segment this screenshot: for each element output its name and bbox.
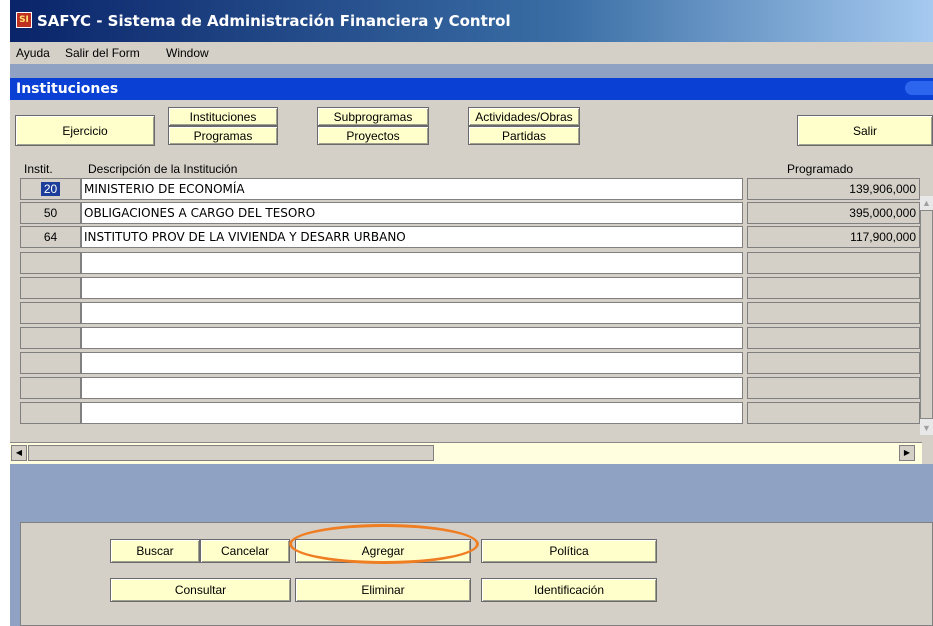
salir-button[interactable]: Salir bbox=[797, 115, 933, 146]
descripcion-cell[interactable]: OBLIGACIONES A CARGO DEL TESORO bbox=[81, 202, 743, 224]
scroll-up-arrow-icon[interactable]: ▲ bbox=[920, 196, 933, 210]
instit-cell[interactable] bbox=[20, 277, 81, 299]
table-row[interactable]: 50 OBLIGACIONES A CARGO DEL TESORO 395,0… bbox=[10, 202, 920, 224]
form-title-bar[interactable]: Instituciones bbox=[10, 78, 933, 100]
instit-cell[interactable]: 20 bbox=[20, 178, 81, 200]
descripcion-cell[interactable] bbox=[81, 302, 743, 324]
cancelar-button[interactable]: Cancelar bbox=[200, 539, 290, 563]
horizontal-scroll-thumb[interactable] bbox=[28, 445, 434, 461]
eliminar-button[interactable]: Eliminar bbox=[295, 578, 471, 602]
instituciones-grid: Instit. Descripción de la Institución Pr… bbox=[10, 158, 933, 464]
instit-cell[interactable]: 50 bbox=[20, 202, 81, 224]
toolbar: Ejercicio Instituciones Programas Subpro… bbox=[10, 100, 933, 158]
programas-button[interactable]: Programas bbox=[168, 126, 278, 145]
agregar-button[interactable]: Agregar bbox=[295, 539, 471, 563]
subprogramas-button[interactable]: Subprogramas bbox=[317, 107, 429, 126]
descripcion-cell[interactable] bbox=[81, 327, 743, 349]
table-row[interactable] bbox=[10, 327, 920, 349]
descripcion-cell[interactable] bbox=[81, 252, 743, 274]
instit-cell[interactable] bbox=[20, 352, 81, 374]
programado-cell[interactable] bbox=[747, 277, 920, 299]
programado-cell[interactable] bbox=[747, 327, 920, 349]
programado-cell[interactable] bbox=[747, 252, 920, 274]
menu-ayuda[interactable]: Ayuda bbox=[16, 46, 50, 60]
header-descripcion: Descripción de la Institución bbox=[88, 162, 238, 176]
table-row[interactable] bbox=[10, 302, 920, 324]
title-bar[interactable]: SI SAFYC - Sistema de Administración Fin… bbox=[10, 0, 933, 42]
table-row[interactable] bbox=[10, 277, 920, 299]
menu-bar: Ayuda Salir del Form Window bbox=[10, 42, 933, 64]
table-row[interactable] bbox=[10, 377, 920, 399]
descripcion-cell[interactable] bbox=[81, 402, 743, 424]
app-window: SI SAFYC - Sistema de Administración Fin… bbox=[10, 0, 933, 626]
table-row[interactable] bbox=[10, 352, 920, 374]
instit-cell[interactable] bbox=[20, 377, 81, 399]
ejercicio-button[interactable]: Ejercicio bbox=[15, 115, 155, 146]
table-row[interactable] bbox=[10, 402, 920, 424]
programado-cell[interactable]: 139,906,000 bbox=[747, 178, 920, 200]
partidas-button[interactable]: Partidas bbox=[468, 126, 580, 145]
header-programado: Programado bbox=[787, 162, 854, 176]
scroll-left-arrow-icon[interactable]: ◀ bbox=[11, 445, 27, 461]
scroll-down-arrow-icon[interactable]: ▼ bbox=[920, 421, 933, 435]
politica-button[interactable]: Política bbox=[481, 539, 657, 563]
form-title: Instituciones bbox=[16, 81, 119, 97]
vertical-scrollbar[interactable]: ▲ ▼ bbox=[920, 196, 933, 435]
descripcion-cell[interactable] bbox=[81, 377, 743, 399]
descripcion-cell[interactable]: INSTITUTO PROV DE LA VIVIENDA Y DESARR U… bbox=[81, 226, 743, 248]
programado-cell[interactable] bbox=[747, 302, 920, 324]
table-row[interactable] bbox=[10, 252, 920, 274]
programado-cell[interactable]: 117,900,000 bbox=[747, 226, 920, 248]
menu-salir-del-form[interactable]: Salir del Form bbox=[65, 46, 140, 60]
scroll-right-arrow-icon[interactable]: ▶ bbox=[899, 445, 915, 461]
programado-cell[interactable] bbox=[747, 402, 920, 424]
identificacion-button[interactable]: Identificación bbox=[481, 578, 657, 602]
instit-cell[interactable] bbox=[20, 302, 81, 324]
window-title: SAFYC - Sistema de Administración Financ… bbox=[37, 12, 511, 30]
instit-cell[interactable] bbox=[20, 327, 81, 349]
instit-cell[interactable] bbox=[20, 402, 81, 424]
descripcion-cell[interactable] bbox=[81, 277, 743, 299]
form-title-decoration bbox=[905, 81, 933, 95]
horizontal-scrollbar[interactable]: ◀ ▶ bbox=[10, 442, 922, 464]
instit-cell[interactable] bbox=[20, 252, 81, 274]
actions-panel bbox=[20, 522, 933, 626]
table-row[interactable]: 64 INSTITUTO PROV DE LA VIVIENDA Y DESAR… bbox=[10, 226, 920, 248]
actividades-obras-button[interactable]: Actividades/Obras bbox=[468, 107, 580, 126]
instit-cell[interactable]: 64 bbox=[20, 226, 81, 248]
programado-cell[interactable]: 395,000,000 bbox=[747, 202, 920, 224]
vertical-scroll-thumb[interactable] bbox=[920, 210, 933, 419]
safyc-app-icon: SI bbox=[16, 12, 32, 28]
header-instit: Instit. bbox=[24, 162, 53, 176]
menu-window[interactable]: Window bbox=[166, 46, 209, 60]
proyectos-button[interactable]: Proyectos bbox=[317, 126, 429, 145]
table-row[interactable]: 20 MINISTERIO DE ECONOMÍA 139,906,000 bbox=[10, 178, 920, 200]
buscar-button[interactable]: Buscar bbox=[110, 539, 200, 563]
descripcion-cell[interactable]: MINISTERIO DE ECONOMÍA bbox=[81, 178, 743, 200]
descripcion-cell[interactable] bbox=[81, 352, 743, 374]
programado-cell[interactable] bbox=[747, 377, 920, 399]
instituciones-button[interactable]: Instituciones bbox=[168, 107, 278, 126]
consultar-button[interactable]: Consultar bbox=[110, 578, 291, 602]
programado-cell[interactable] bbox=[747, 352, 920, 374]
